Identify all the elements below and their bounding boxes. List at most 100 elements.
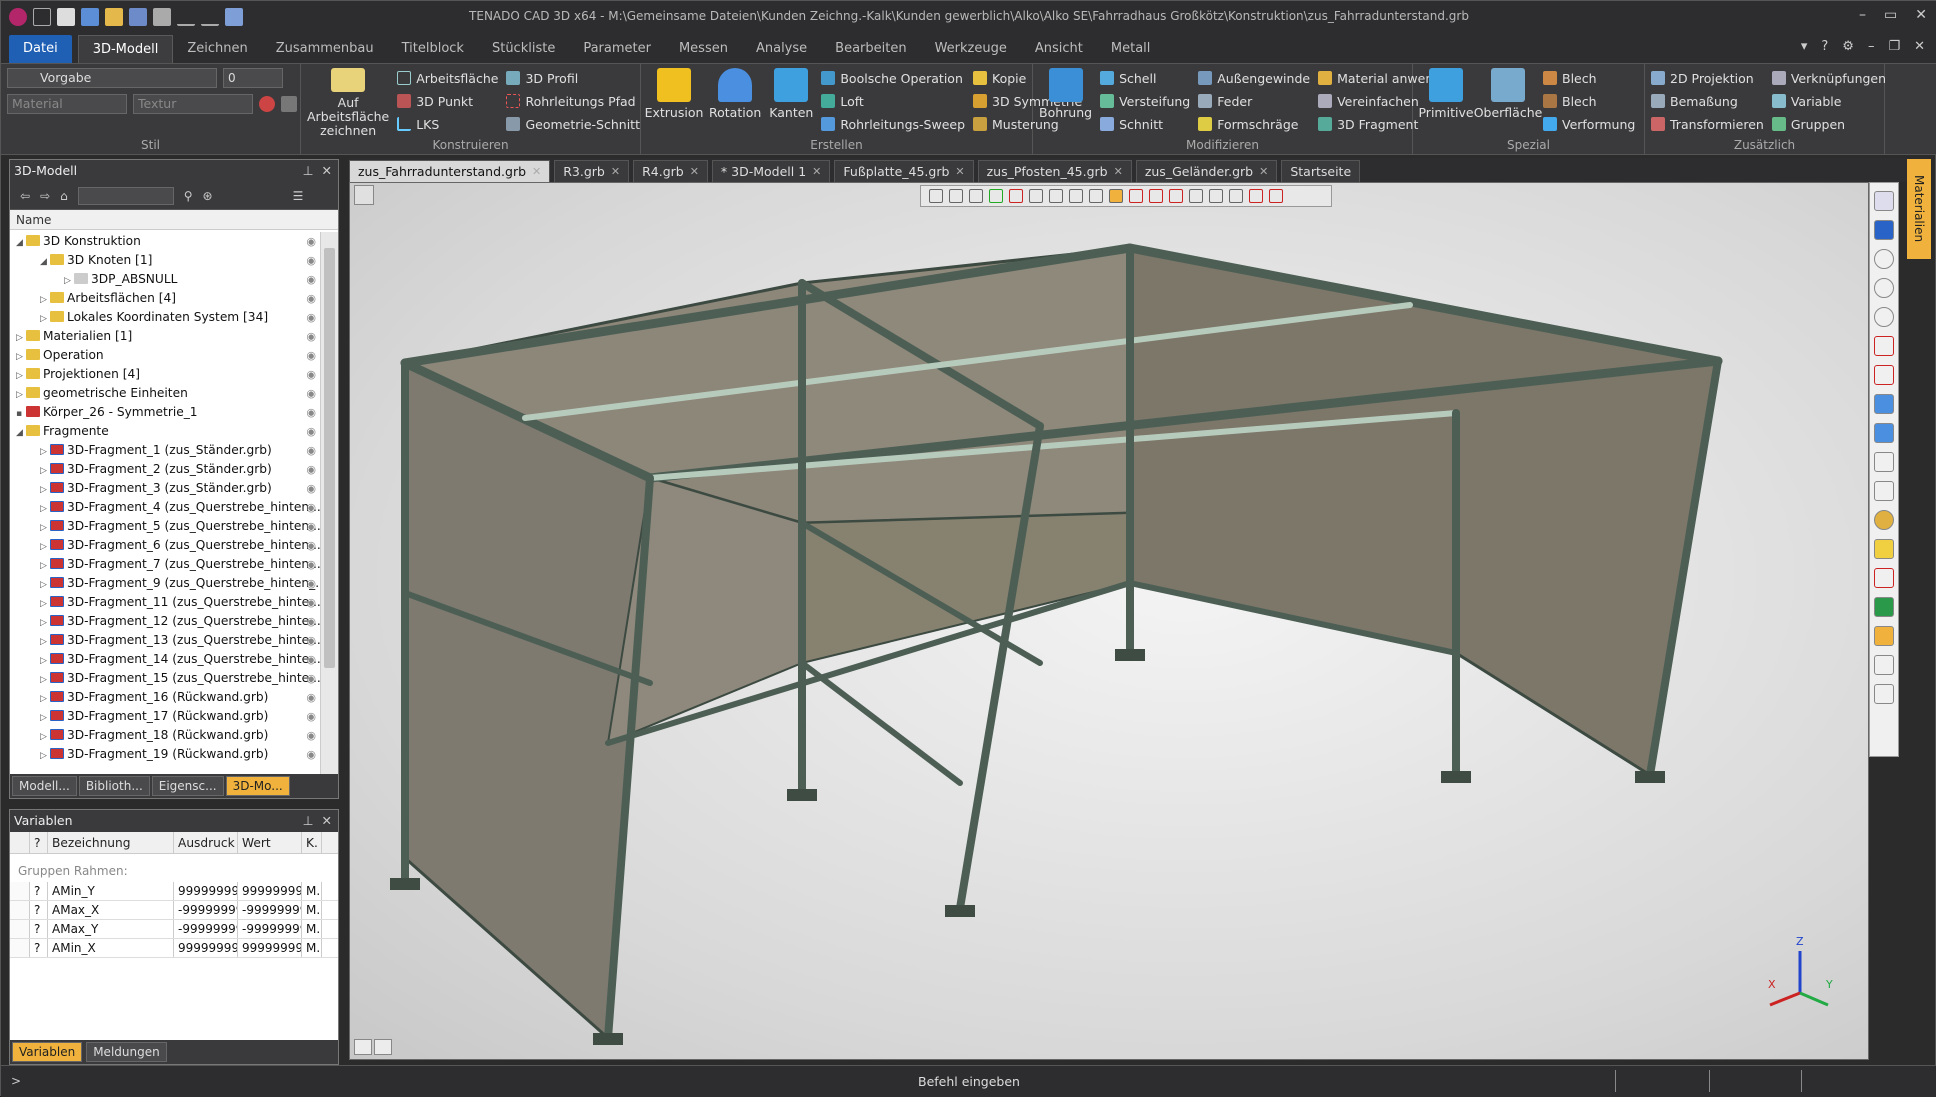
external-thread-button[interactable]: Außengewinde (1198, 68, 1310, 88)
tree-item[interactable]: ▷ 3DP_ABSNULL ◉ (10, 270, 320, 289)
visibility-eye-icon[interactable]: ◉ (306, 365, 316, 384)
close-icon[interactable]: ✕ (690, 165, 699, 178)
highlight-icon[interactable] (1874, 626, 1894, 646)
visibility-eye-icon[interactable]: ◉ (306, 726, 316, 745)
tree-item[interactable]: ▷ 3D-Fragment_16 (Rückwand.grb) ◉ (10, 688, 320, 707)
name-cell[interactable]: AMin_X (48, 939, 174, 957)
doc-tab-startseite[interactable]: Startseite (1281, 160, 1361, 182)
visibility-eye-icon[interactable]: ◉ (306, 251, 316, 270)
help-icon[interactable]: ? (1821, 39, 1828, 54)
question-cell[interactable]: ? (30, 882, 48, 900)
tree-item[interactable]: ▷ 3D-Fragment_4 (zus_Querstrebe_hinten...… (10, 498, 320, 517)
visibility-eye-icon[interactable]: ◉ (306, 479, 316, 498)
material-select[interactable]: Material (7, 94, 127, 114)
name-cell[interactable]: AMax_X (48, 901, 174, 919)
visibility-eye-icon[interactable]: ◉ (306, 745, 316, 764)
chevron-down-icon[interactable]: ▾ (1801, 39, 1808, 54)
question-cell[interactable]: ? (30, 920, 48, 938)
sheet-metal-button-1[interactable]: Blech (1543, 68, 1635, 88)
visibility-eye-icon[interactable]: ◉ (306, 593, 316, 612)
tree-item[interactable]: ▷ 3D-Fragment_14 (zus_Querstrebe_hinte...… (10, 650, 320, 669)
geometry-section-button[interactable]: Geometrie-Schnitt (506, 114, 640, 134)
dimension-button[interactable]: Bemaßung (1651, 91, 1764, 111)
sphere-icon[interactable] (1874, 510, 1894, 530)
script-icon[interactable] (225, 8, 243, 26)
k-cell[interactable]: M. (302, 882, 322, 900)
visibility-eye-icon[interactable]: ◉ (306, 669, 316, 688)
transform-icon[interactable] (1874, 568, 1894, 588)
tree-item[interactable]: ◢ 3D Knoten [1] ◉ (10, 251, 320, 270)
doc-minimize-icon[interactable]: – (1868, 39, 1875, 54)
settings-icon[interactable]: ⚙ (1842, 39, 1854, 54)
expression-cell[interactable]: 99999999... (174, 882, 238, 900)
boolean-operation-button[interactable]: Boolsche Operation (821, 68, 965, 88)
variable-row[interactable]: ?AMax_X-99999999...-99999999...M. (10, 901, 338, 920)
tree-item[interactable]: ◢ Fragmente ◉ (10, 422, 320, 441)
col-flag[interactable] (10, 832, 30, 853)
visibility-eye-icon[interactable]: ◉ (306, 327, 316, 346)
tree-scrollbar[interactable] (320, 232, 338, 774)
tree-item[interactable]: ▷ 3D-Fragment_2 (zus_Ständer.grb) ◉ (10, 460, 320, 479)
doc-tab-r3[interactable]: R3.grb ✕ (554, 160, 630, 182)
view-split-icon[interactable] (374, 1039, 392, 1055)
cut-button[interactable]: Schnitt (1100, 114, 1190, 134)
pin-icon[interactable]: ⊥ (303, 163, 314, 178)
spring-button[interactable]: Feder (1198, 91, 1310, 111)
doc-tab-r4[interactable]: R4.grb ✕ (633, 160, 708, 182)
primitive-button[interactable]: Primitive (1418, 68, 1474, 138)
variable-row[interactable]: ?AMin_X99999999...99999999...M. (10, 939, 338, 958)
tree-item[interactable]: ▷ 3D-Fragment_6 (zus_Querstrebe_hinten...… (10, 536, 320, 555)
2d-projection-button[interactable]: 2D Projektion (1651, 68, 1764, 88)
k-cell[interactable]: M. (302, 920, 322, 938)
doc-restore-icon[interactable]: ❐ (1888, 39, 1900, 54)
tab-eigenschaften[interactable]: Eigensc... (151, 776, 224, 796)
groups-button[interactable]: Gruppen (1771, 114, 1886, 134)
tree-item[interactable]: ▷ 3D-Fragment_11 (zus_Querstrebe_hinte...… (10, 593, 320, 612)
tab-metall[interactable]: Metall (1097, 35, 1165, 63)
zoom-window-icon[interactable] (1874, 278, 1894, 298)
zoom-icon[interactable] (1874, 249, 1894, 269)
redo-icon[interactable] (201, 8, 219, 26)
expander-icon[interactable]: ▷ (40, 747, 50, 766)
workplane-button[interactable]: Arbeitsfläche (397, 68, 498, 88)
command-prompt[interactable]: Befehl eingeben (1, 1074, 1936, 1089)
tree-item[interactable]: ▷ Lokales Koordinaten System [34] ◉ (10, 308, 320, 327)
measure-icon[interactable] (1874, 336, 1894, 356)
value-cell[interactable]: -99999999... (238, 901, 302, 919)
visibility-eye-icon[interactable]: ◉ (306, 517, 316, 536)
visibility-eye-icon[interactable]: ◉ (306, 460, 316, 479)
measure-angle-icon[interactable] (1874, 365, 1894, 385)
pipe-path-button[interactable]: Rohrleitungs Pfad (506, 91, 640, 111)
close-icon[interactable]: ✕ (532, 165, 541, 178)
menu-icon[interactable] (33, 8, 51, 26)
tab-file[interactable]: Datei (9, 35, 72, 63)
close-icon[interactable]: ✕ (322, 813, 332, 828)
tree-item[interactable]: ▷ 3D-Fragment_7 (zus_Querstrebe_hinten...… (10, 555, 320, 574)
3d-viewport[interactable]: Z X Y (349, 182, 1869, 1060)
variable-button[interactable]: Variable (1771, 91, 1886, 111)
tab-analyse[interactable]: Analyse (742, 35, 821, 63)
k-cell[interactable]: M. (302, 939, 322, 957)
materials-side-tab[interactable]: Materialien (1907, 159, 1931, 259)
question-cell[interactable]: ? (30, 939, 48, 957)
stiffener-button[interactable]: Versteifung (1100, 91, 1190, 111)
transform-button[interactable]: Transformieren (1651, 114, 1764, 134)
visibility-eye-icon[interactable]: ◉ (306, 403, 316, 422)
home-icon[interactable]: ⌂ (60, 189, 68, 203)
visibility-eye-icon[interactable]: ◉ (306, 232, 316, 251)
links-button[interactable]: Verknüpfungen (1771, 68, 1886, 88)
visibility-eye-icon[interactable]: ◉ (306, 688, 316, 707)
expression-cell[interactable]: -99999999... (174, 920, 238, 938)
tree-item[interactable]: ▷ 3D-Fragment_19 (Rückwand.grb) ◉ (10, 745, 320, 764)
tab-bibliothek[interactable]: Biblioth... (78, 776, 150, 796)
doc-tab-fussplatte[interactable]: Fußplatte_45.grb ✕ (834, 160, 974, 182)
draft-button[interactable]: Formschräge (1198, 114, 1310, 134)
close-icon[interactable]: ✕ (955, 165, 964, 178)
close-icon[interactable]: ✕ (322, 163, 332, 178)
tree-item[interactable]: ▷ geometrische Einheiten ◉ (10, 384, 320, 403)
visibility-eye-icon[interactable]: ◉ (306, 441, 316, 460)
tree-item[interactable]: ▷ 3D-Fragment_3 (zus_Ständer.grb) ◉ (10, 479, 320, 498)
drilling-button[interactable]: Bohrung (1039, 68, 1092, 138)
lks-button[interactable]: LKS (397, 114, 498, 134)
name-cell[interactable]: AMax_Y (48, 920, 174, 938)
